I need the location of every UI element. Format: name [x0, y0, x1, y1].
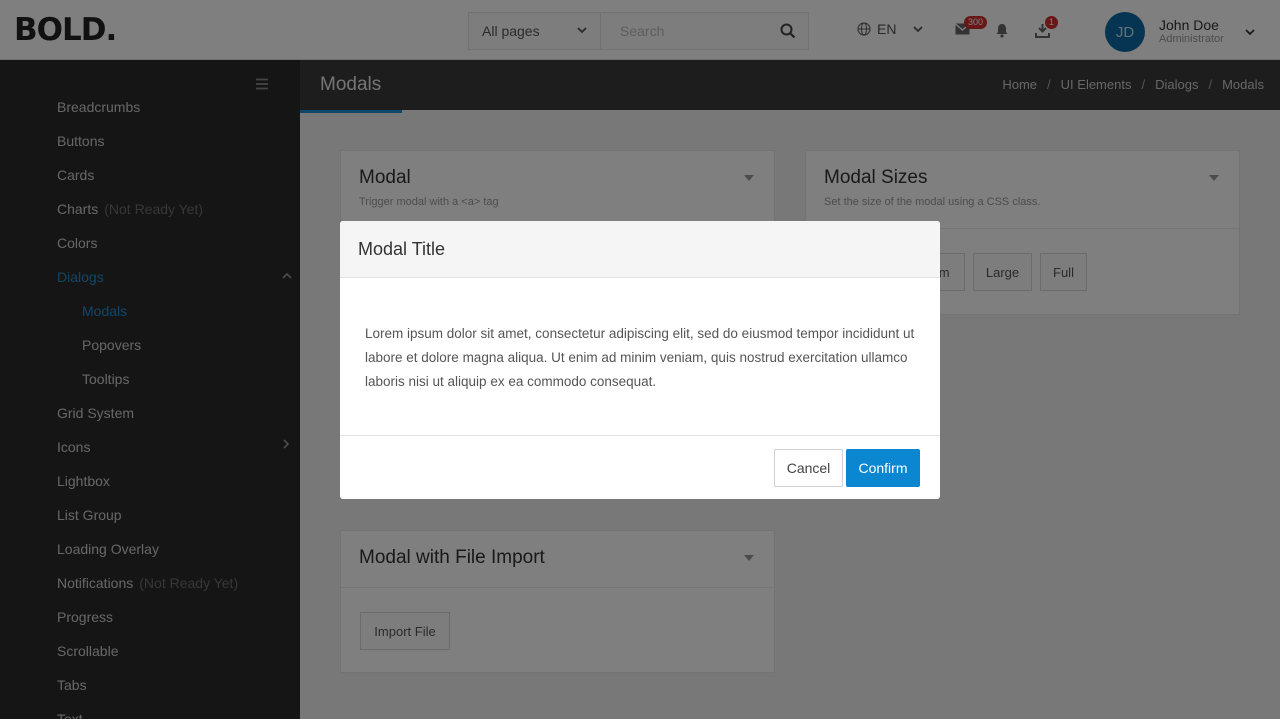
cancel-button[interactable]: Cancel [774, 449, 843, 487]
confirm-button[interactable]: Confirm [846, 449, 920, 487]
modal-footer: Cancel Confirm [340, 435, 940, 499]
modal-header: Modal Title [340, 221, 940, 278]
modal-dialog: Modal Title Lorem ipsum dolor sit amet, … [340, 221, 940, 499]
modal-body-text: Lorem ipsum dolor sit amet, consectetur … [365, 326, 915, 389]
modal-title: Modal Title [358, 239, 446, 259]
